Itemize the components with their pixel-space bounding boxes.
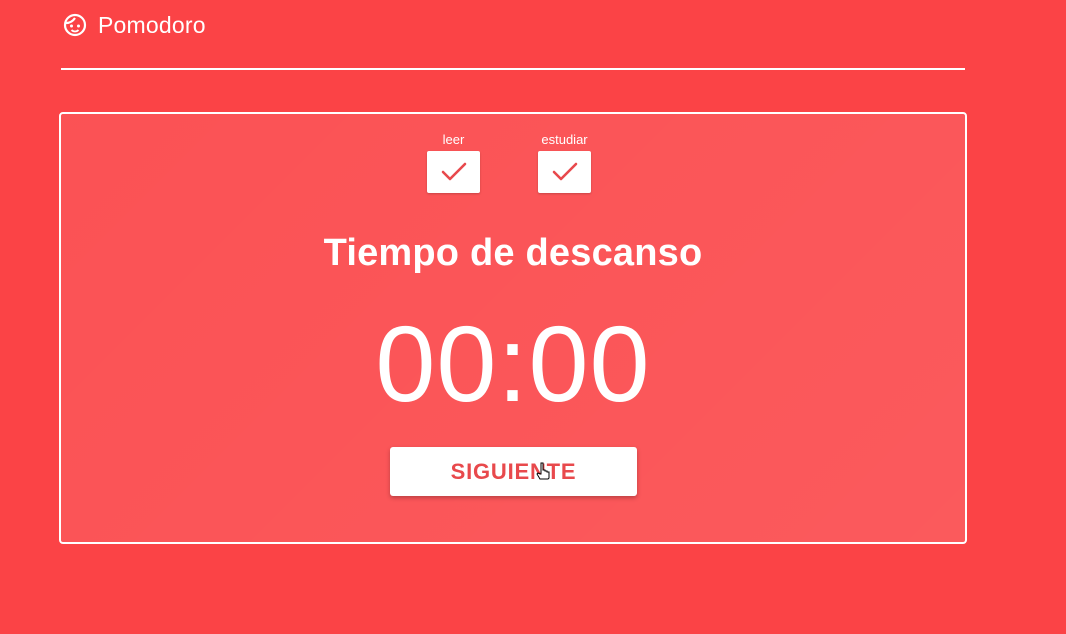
task-checkbox[interactable] <box>427 151 480 193</box>
task-label: leer <box>442 132 465 147</box>
brand: Pomodoro <box>61 12 206 39</box>
session-title: Tiempo de descanso <box>323 232 703 274</box>
smiley-icon <box>61 11 89 39</box>
task-label: estudiar <box>541 132 588 147</box>
task-checkbox[interactable] <box>538 151 591 193</box>
task-item-estudiar: estudiar <box>538 132 591 193</box>
app-title: Pomodoro <box>98 12 206 38</box>
task-list: leer estudiar <box>61 132 965 193</box>
app-header: Pomodoro <box>61 0 965 70</box>
timer-display: 00:00 <box>375 303 651 424</box>
next-button[interactable]: SIGUIENTE <box>390 447 637 496</box>
hand-cursor-icon <box>536 462 550 480</box>
task-item-leer: leer <box>427 132 480 193</box>
pomodoro-panel: leer estudiar Tiempo de descanso 00:00 S… <box>59 112 967 544</box>
checkmark-icon <box>552 162 577 181</box>
checkmark-icon <box>441 162 466 181</box>
